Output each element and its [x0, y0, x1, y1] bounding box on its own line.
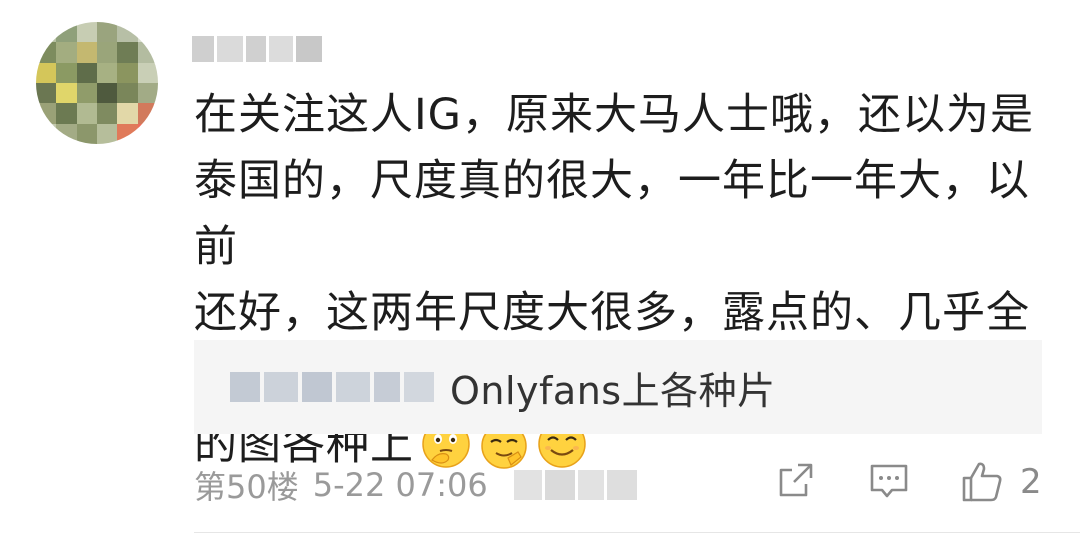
thumbs-up-icon	[962, 462, 1002, 502]
like-count: 2	[1020, 462, 1042, 502]
like-button[interactable]: 2	[960, 460, 1042, 504]
reply-text: Onlyfans上各种片	[450, 368, 776, 413]
avatar[interactable]	[36, 22, 158, 144]
reply-preview[interactable]: Onlyfans上各种片	[194, 340, 1042, 434]
comment-meta: 第50楼 5-22 07:06	[194, 462, 637, 508]
share-button[interactable]	[776, 460, 816, 500]
location-blurred	[513, 470, 637, 500]
divider	[194, 532, 1080, 533]
comment-icon	[870, 464, 908, 498]
comment-line: 泰国的，尺度真的很大，一年比一年大，以前	[194, 156, 1030, 272]
floor-number: 第50楼	[194, 468, 299, 506]
username-blurred[interactable]	[192, 34, 322, 64]
reply-author-blurred[interactable]	[230, 372, 434, 402]
timestamp: 5-22 07:06	[312, 466, 488, 504]
comment-actions: 2	[770, 460, 1050, 508]
comment-line: 在关注这人IG，原来大马人士哦，还以为是	[194, 90, 1035, 140]
reply-button[interactable]	[868, 460, 910, 502]
share-icon	[779, 463, 813, 497]
